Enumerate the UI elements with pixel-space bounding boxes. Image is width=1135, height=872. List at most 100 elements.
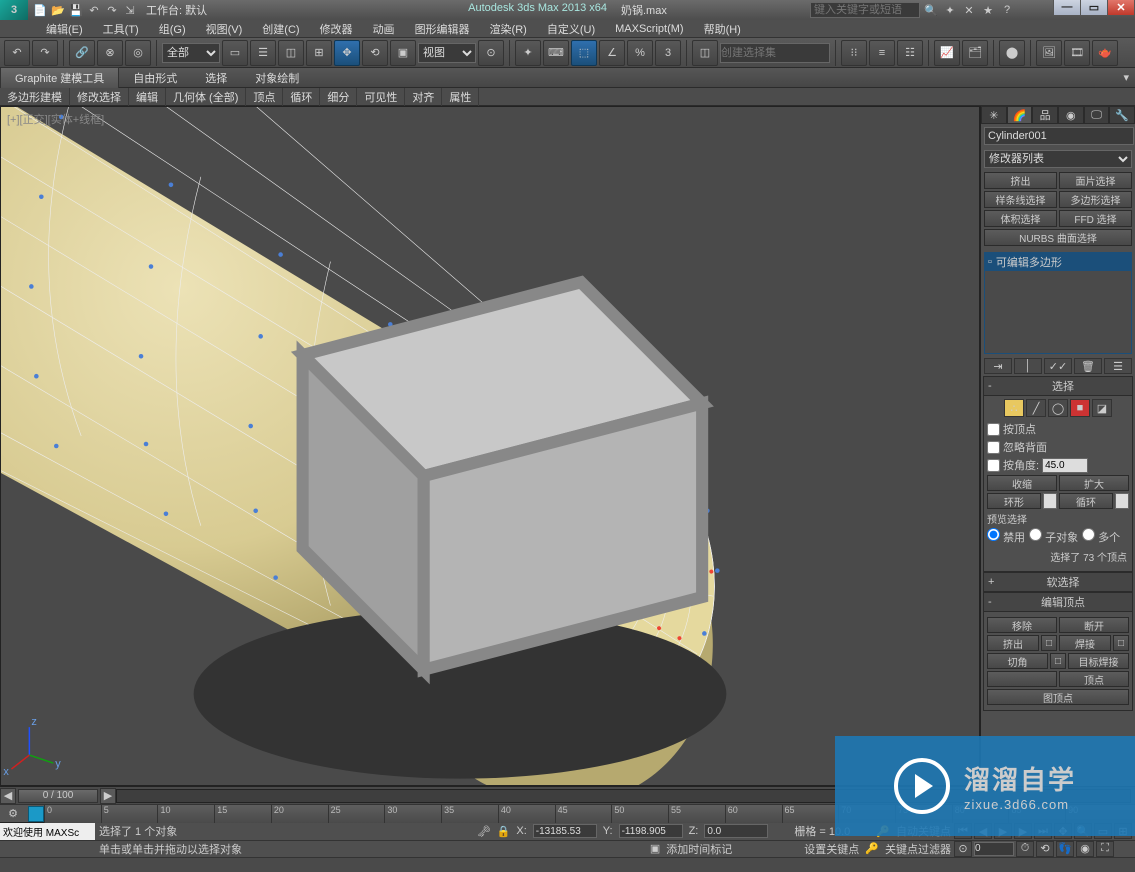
tab-motion-icon[interactable]: ◉ — [1058, 106, 1084, 124]
snap-toggle-button[interactable]: ⬚ — [571, 40, 597, 66]
show-end-icon[interactable]: │ — [1014, 358, 1042, 374]
radio-subobj[interactable]: 子对象 — [1029, 528, 1078, 545]
btn-grow[interactable]: 扩大 — [1059, 475, 1129, 491]
maxscript-input[interactable] — [0, 841, 95, 859]
select-rotate-button[interactable]: ⟲ — [362, 40, 388, 66]
subtab-vertex[interactable]: 顶点 — [246, 88, 283, 106]
named-sel-button[interactable]: ◫ — [692, 40, 718, 66]
select-region-button[interactable]: ◫ — [278, 40, 304, 66]
radio-disable[interactable]: 禁用 — [987, 528, 1025, 545]
subtab-subdiv[interactable]: 细分 — [320, 88, 357, 106]
ring-spinner[interactable] — [1043, 493, 1057, 509]
pin-stack-icon[interactable]: ⇥ — [984, 358, 1012, 374]
btn-patchsel[interactable]: 面片选择 — [1059, 172, 1132, 189]
search-input[interactable] — [810, 2, 920, 18]
tab-utilities-icon[interactable]: 🔧 — [1109, 106, 1135, 124]
tab-display-icon[interactable]: 🖵 — [1084, 106, 1110, 124]
so-border-icon[interactable]: ◯ — [1048, 399, 1068, 417]
align-button[interactable]: ≡ — [869, 40, 895, 66]
viewcube[interactable] — [0, 137, 949, 815]
setkey-icon[interactable]: 🔑 — [865, 842, 879, 855]
ribbon-expand-icon[interactable]: ▾ — [1123, 71, 1135, 84]
schematic-button[interactable]: 🗂 — [962, 40, 988, 66]
stack-item-editpoly[interactable]: ▫可编辑多边形 — [985, 253, 1131, 271]
curve-editor-button[interactable]: 📈 — [934, 40, 960, 66]
sparkle-icon[interactable]: ✦ — [942, 2, 958, 18]
tab-hierarchy-icon[interactable]: 品 — [1032, 106, 1058, 124]
btn-vertex2[interactable]: 顶点 — [1059, 671, 1129, 687]
material-editor-button[interactable]: ⬤ — [999, 40, 1025, 66]
lock-icon[interactable]: 🗝 — [477, 825, 491, 838]
search-icon[interactable]: 🔍 — [923, 2, 939, 18]
btn-nurbssel[interactable]: NURBS 曲面选择 — [984, 229, 1132, 246]
lock2-icon[interactable]: 🔒 — [497, 825, 511, 838]
isolate-icon[interactable]: ▣ — [650, 842, 660, 855]
chk-byvertex[interactable] — [987, 423, 1000, 436]
tab-create-icon[interactable]: ✳ — [981, 106, 1007, 124]
pivot-button[interactable]: ⊙ — [478, 40, 504, 66]
btn-weld[interactable]: 焊接 — [1059, 635, 1111, 651]
redo-icon[interactable]: ↷ — [104, 2, 120, 18]
menu-rendering[interactable]: 渲染(R) — [480, 20, 537, 38]
modifier-stack[interactable]: ▫可编辑多边形 — [984, 252, 1132, 354]
menu-group[interactable]: 组(G) — [149, 20, 196, 38]
nav-dolly-icon[interactable]: ◉ — [1076, 841, 1094, 857]
undo-button[interactable]: ↶ — [4, 40, 30, 66]
ribbon-tab-graphite[interactable]: Graphite 建模工具 — [0, 67, 119, 88]
angle-snap-button[interactable]: ∠ — [599, 40, 625, 66]
ribbon-tab-freeform[interactable]: 自由形式 — [119, 68, 191, 88]
coord-z-input[interactable] — [704, 824, 768, 838]
menu-maxscript[interactable]: MAXScript(M) — [605, 22, 693, 36]
so-edge-icon[interactable]: ╱ — [1026, 399, 1046, 417]
nav-orbit-icon[interactable]: ⟲ — [1036, 841, 1054, 857]
modifier-list[interactable]: 修改器列表 — [984, 150, 1132, 168]
make-unique-icon[interactable]: ✓✓ — [1044, 358, 1072, 374]
frame-input[interactable] — [974, 842, 1014, 856]
so-vertex-icon[interactable]: ∴ — [1004, 399, 1024, 417]
btn-ring[interactable]: 环形 — [987, 493, 1041, 509]
addtime-button[interactable]: 添加时间标记 — [666, 841, 732, 857]
unlink-button[interactable]: ⊗ — [97, 40, 123, 66]
btn-extrude2[interactable]: 挤出 — [987, 635, 1039, 651]
manipulate-button[interactable]: ✦ — [515, 40, 541, 66]
btn-break[interactable]: 断开 — [1059, 617, 1129, 633]
percent-snap-button[interactable]: % — [627, 40, 653, 66]
btn-targetweld[interactable]: 目标焊接 — [1068, 653, 1129, 669]
link-icon[interactable]: ⇲ — [122, 2, 138, 18]
key-mode-icon[interactable]: ⊙ — [954, 841, 972, 857]
time-config-icon[interactable]: ⏱ — [1016, 841, 1034, 857]
subtab-visibility[interactable]: 可见性 — [357, 88, 405, 106]
keyboard-shortcut-button[interactable]: ⌨ — [543, 40, 569, 66]
remove-mod-icon[interactable]: 🗑 — [1074, 358, 1102, 374]
rollout-editvertex-header[interactable]: -编辑顶点 — [983, 592, 1133, 612]
angle-input[interactable] — [1042, 458, 1088, 473]
btn-ffdsel[interactable]: FFD 选择 — [1059, 210, 1132, 227]
help-icon[interactable]: ? — [999, 2, 1015, 18]
rollout-softsel-header[interactable]: +软选择 — [983, 572, 1133, 592]
undo-icon[interactable]: ↶ — [86, 2, 102, 18]
btn-vsel[interactable]: 图顶点 — [987, 689, 1129, 705]
open-icon[interactable]: 📂 — [50, 2, 66, 18]
btn-remove[interactable]: 移除 — [987, 617, 1057, 633]
select-scale-button[interactable]: ▣ — [390, 40, 416, 66]
btn-chamfer-opt[interactable]: □ — [1050, 653, 1066, 669]
menu-edit[interactable]: 编辑(E) — [36, 20, 93, 38]
spinner-snap-button[interactable]: 3 — [655, 40, 681, 66]
btn-loop[interactable]: 循环 — [1059, 493, 1113, 509]
layers-button[interactable]: ☷ — [897, 40, 923, 66]
btn-extrude-opt[interactable]: □ — [1041, 635, 1057, 651]
chk-byangle[interactable] — [987, 459, 1000, 472]
named-sel-input[interactable] — [720, 43, 830, 63]
ref-coord-system[interactable]: 视图 — [418, 43, 476, 63]
star-icon[interactable]: ★ — [980, 2, 996, 18]
btn-chamfer[interactable]: 切角 — [987, 653, 1048, 669]
menu-help[interactable]: 帮助(H) — [694, 20, 751, 38]
btn-shrink[interactable]: 收缩 — [987, 475, 1057, 491]
selection-filter[interactable]: 全部 — [162, 43, 220, 63]
minimize-button[interactable]: — — [1053, 0, 1081, 16]
menu-modifiers[interactable]: 修改器 — [310, 20, 363, 38]
btn-polysel[interactable]: 多边形选择 — [1059, 191, 1132, 208]
select-button[interactable]: ▭ — [222, 40, 248, 66]
rendered-frame-button[interactable]: 🎞 — [1064, 40, 1090, 66]
redo-button[interactable]: ↷ — [32, 40, 58, 66]
